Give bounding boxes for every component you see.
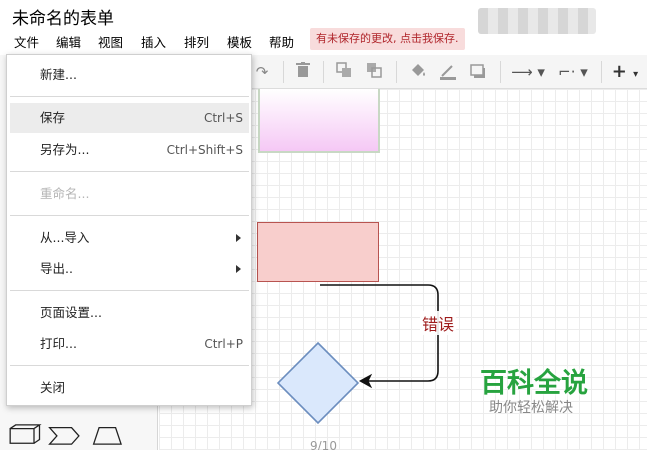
menu-item-rename-label: 重命名... (40, 186, 90, 201)
menu-separator (10, 171, 249, 172)
diamond-shape (276, 341, 360, 425)
menu-item-import-label: 从...导入 (40, 230, 90, 245)
menu-separator (10, 215, 249, 216)
save-shortcut: Ctrl+S (203, 111, 243, 125)
menu-item-save-label: 保存 (40, 110, 66, 125)
page-indicator: 9/10 (310, 439, 337, 450)
save-as-shortcut: Ctrl+Shift+S (166, 143, 243, 157)
menu-item-save-as[interactable]: 另存为... Ctrl+Shift+S (10, 135, 249, 165)
menu-item-print-label: 打印... (40, 336, 77, 351)
menu-item-page-setup-label: 页面设置... (40, 305, 102, 320)
menu-separator (10, 365, 249, 366)
menu-item-save[interactable]: 保存 Ctrl+S (10, 103, 249, 133)
menu-separator (10, 96, 249, 97)
menu-separator (10, 290, 249, 291)
menu-item-print[interactable]: 打印... Ctrl+P (10, 329, 249, 359)
menu-item-export-label: 导出.. (40, 261, 73, 276)
submenu-arrow-icon (236, 234, 241, 242)
print-shortcut: Ctrl+P (204, 337, 243, 351)
menu-item-close[interactable]: 关闭 (10, 373, 249, 403)
menu-item-import-from[interactable]: 从...导入 (10, 223, 249, 253)
menu-item-page-setup[interactable]: 页面设置... (10, 298, 249, 328)
menu-item-close-label: 关闭 (40, 380, 66, 395)
menu-item-export[interactable]: 导出.. (10, 254, 249, 284)
watermark-title: 百科全说 (480, 368, 588, 399)
menu-item-save-as-label: 另存为... (40, 142, 90, 157)
file-dropdown-menu: 新建... 保存 Ctrl+S 另存为... Ctrl+Shift+S 重命名.… (6, 54, 252, 406)
watermark-subtitle: 助你轻松解决 (489, 400, 573, 416)
submenu-arrow-icon (236, 265, 241, 273)
menu-item-rename: 重命名... (10, 179, 249, 209)
menu-item-new-label: 新建... (40, 67, 77, 82)
menu-item-new[interactable]: 新建... (10, 60, 249, 90)
edge-label-error[interactable]: 错误 (420, 311, 457, 335)
